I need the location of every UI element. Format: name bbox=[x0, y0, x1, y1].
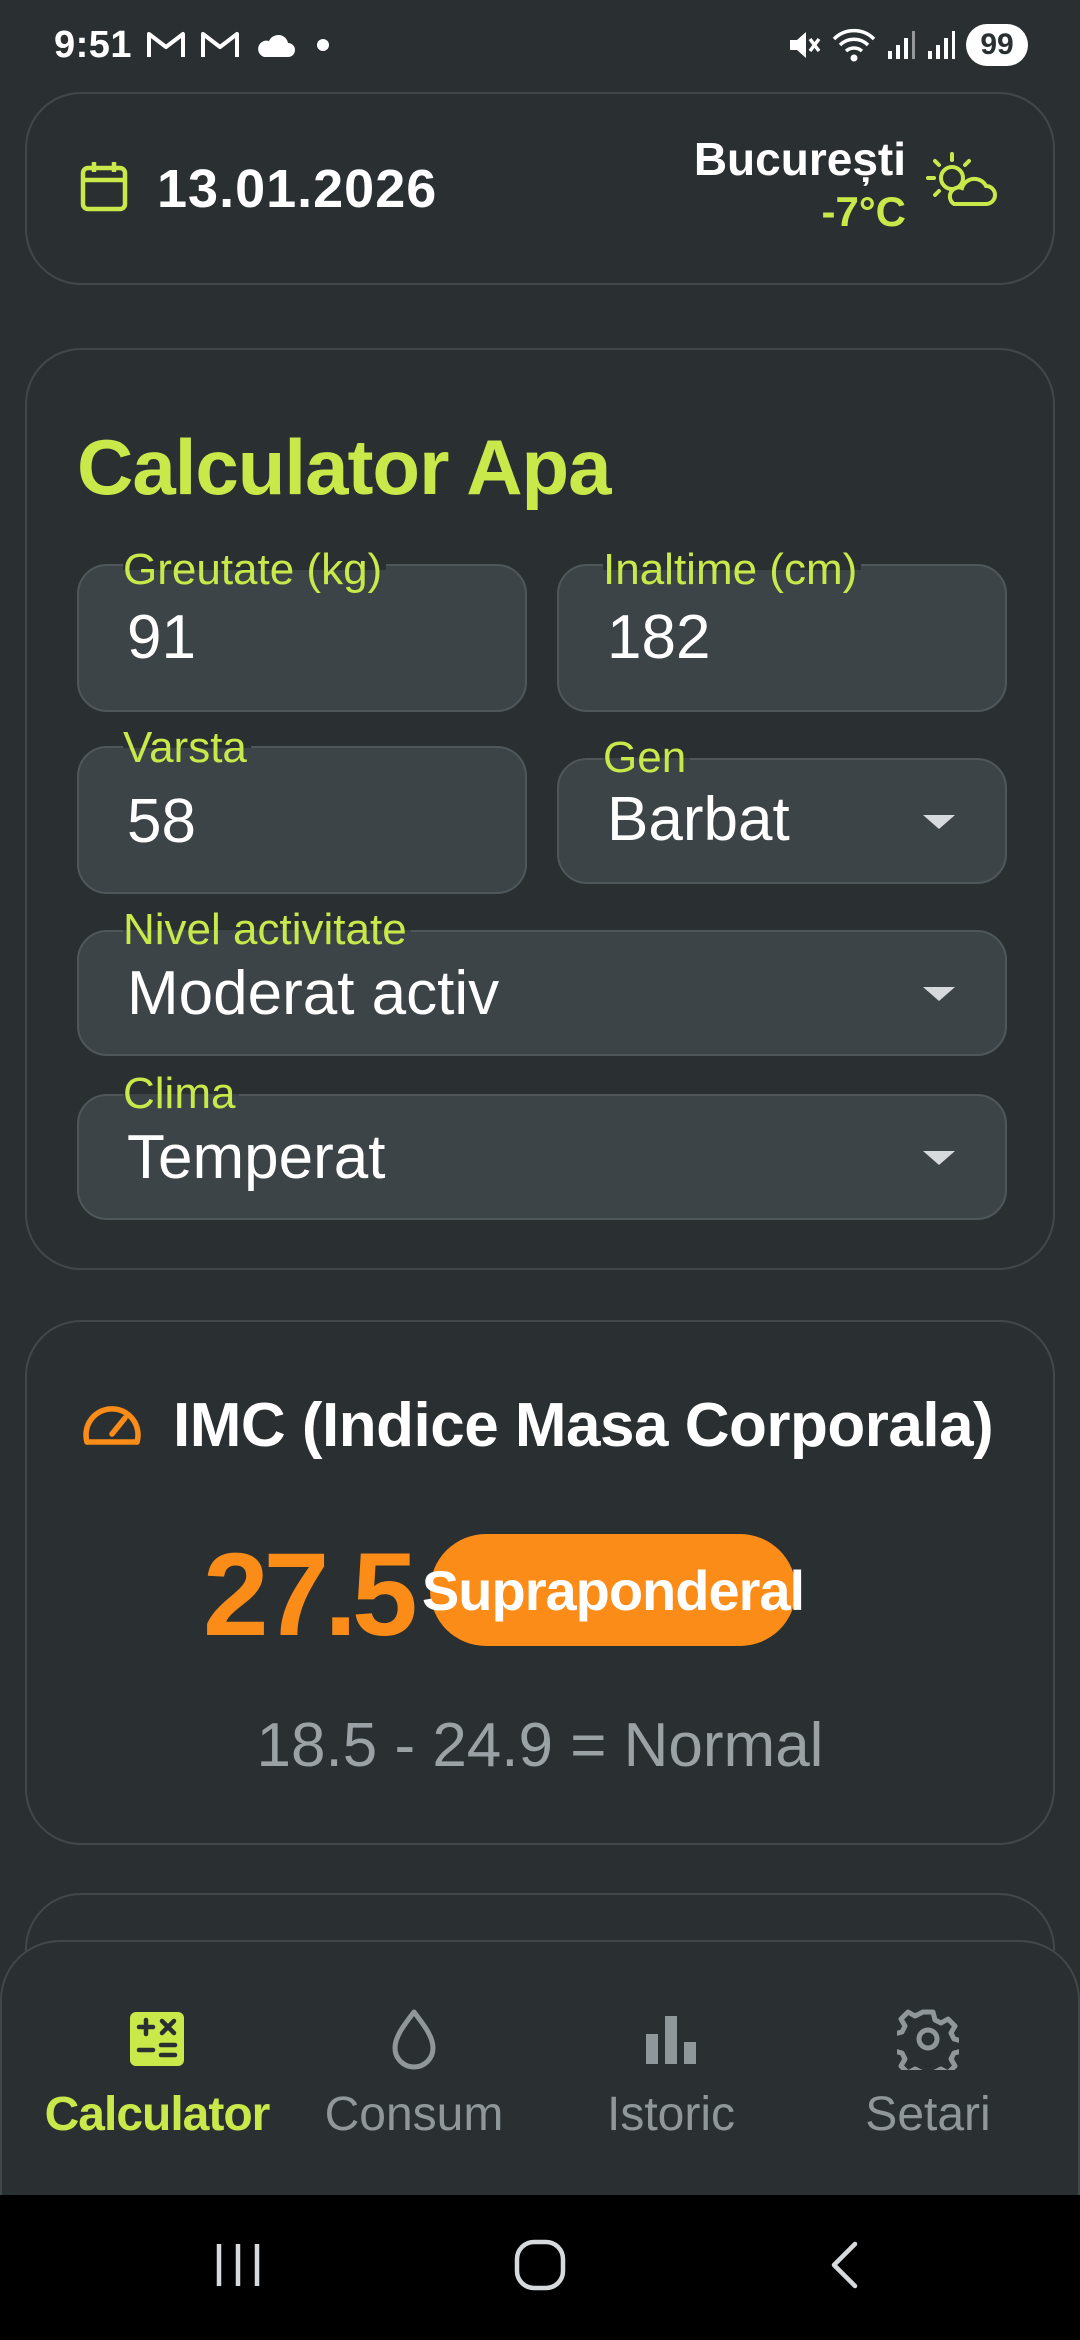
date-weather-card: 13.01.2026 București -7°C bbox=[25, 92, 1055, 285]
water-drop-icon[interactable] bbox=[387, 1999, 441, 2079]
weight-value[interactable]: 91 bbox=[127, 602, 196, 673]
home-button[interactable] bbox=[470, 2195, 610, 2340]
height-label: Inaltime (cm) bbox=[603, 548, 862, 592]
status-bar: 9:51 99 bbox=[0, 0, 1080, 90]
mute-icon bbox=[786, 28, 822, 62]
chevron-down-icon[interactable] bbox=[923, 815, 955, 829]
chevron-down-icon[interactable] bbox=[923, 1151, 955, 1165]
weather-temperature: -7°C bbox=[821, 188, 906, 235]
nav-label-consum[interactable]: Consum bbox=[325, 2087, 504, 2142]
bmi-title: IMC (Indice Masa Corporala) bbox=[173, 1391, 994, 1460]
status-time: 9:51 bbox=[54, 23, 133, 66]
height-value[interactable]: 182 bbox=[607, 602, 710, 673]
back-button[interactable] bbox=[774, 2195, 914, 2340]
recent-apps-button[interactable] bbox=[168, 2195, 308, 2340]
activity-level-label: Nivel activitate bbox=[123, 908, 411, 952]
climate-value[interactable]: Temperat bbox=[127, 1122, 385, 1193]
gender-value[interactable]: Barbat bbox=[607, 784, 790, 855]
signal-icon bbox=[926, 29, 956, 61]
recent-apps-icon[interactable] bbox=[213, 2242, 263, 2293]
home-icon[interactable] bbox=[513, 2238, 567, 2297]
bmi-value: 27.5 bbox=[203, 1529, 418, 1661]
weather-city: București bbox=[693, 133, 906, 185]
bottom-navigation: Calculator Consum Istoric Setari bbox=[0, 1940, 1080, 2195]
gmail-icon bbox=[200, 30, 240, 60]
water-calculator-card: Calculator Apa 91 Greutate (kg) 182 Inal… bbox=[25, 348, 1055, 1270]
calculator-icon[interactable] bbox=[128, 1999, 186, 2079]
age-value[interactable]: 58 bbox=[127, 786, 196, 857]
current-date: 13.01.2026 bbox=[157, 158, 438, 219]
calendar-icon bbox=[79, 159, 129, 218]
calculator-title: Calculator Apa bbox=[77, 423, 612, 511]
nav-item-consum[interactable]: Consum bbox=[284, 1942, 544, 2197]
bmi-card: IMC (Indice Masa Corporala) 27.5 Suprapo… bbox=[25, 1320, 1055, 1845]
back-icon[interactable] bbox=[827, 2240, 861, 2295]
nav-label-calculator[interactable]: Calculator bbox=[45, 2087, 271, 2142]
wifi-icon bbox=[832, 27, 876, 63]
bmi-category-badge: Supraponderal bbox=[422, 1534, 805, 1646]
nav-label-istoric[interactable]: Istoric bbox=[607, 2087, 735, 2142]
nav-item-setari[interactable]: Setari bbox=[798, 1942, 1058, 2197]
signal-icon bbox=[886, 29, 916, 61]
bar-chart-icon[interactable] bbox=[644, 1999, 698, 2079]
partly-sunny-icon bbox=[924, 150, 998, 219]
dot-icon bbox=[316, 38, 330, 52]
gear-icon[interactable] bbox=[897, 1999, 959, 2079]
system-navigation-bar bbox=[0, 2195, 1080, 2340]
speedometer-icon bbox=[81, 1398, 143, 1453]
cloud-icon bbox=[254, 31, 296, 59]
nav-item-istoric[interactable]: Istoric bbox=[541, 1942, 801, 2197]
nav-item-calculator[interactable]: Calculator bbox=[27, 1942, 287, 2197]
bmi-normal-range: 18.5 - 24.9 = Normal bbox=[256, 1711, 824, 1780]
battery-indicator: 99 bbox=[966, 24, 1028, 66]
chevron-down-icon[interactable] bbox=[923, 987, 955, 1001]
gender-label: Gen bbox=[603, 736, 691, 780]
age-label: Varsta bbox=[123, 726, 251, 770]
weather-widget: București -7°C bbox=[694, 132, 998, 236]
gmail-icon bbox=[146, 30, 186, 60]
climate-label: Clima bbox=[123, 1072, 240, 1116]
weight-label: Greutate (kg) bbox=[123, 548, 387, 592]
nav-label-setari[interactable]: Setari bbox=[865, 2087, 990, 2142]
activity-level-value[interactable]: Moderat activ bbox=[127, 958, 499, 1029]
